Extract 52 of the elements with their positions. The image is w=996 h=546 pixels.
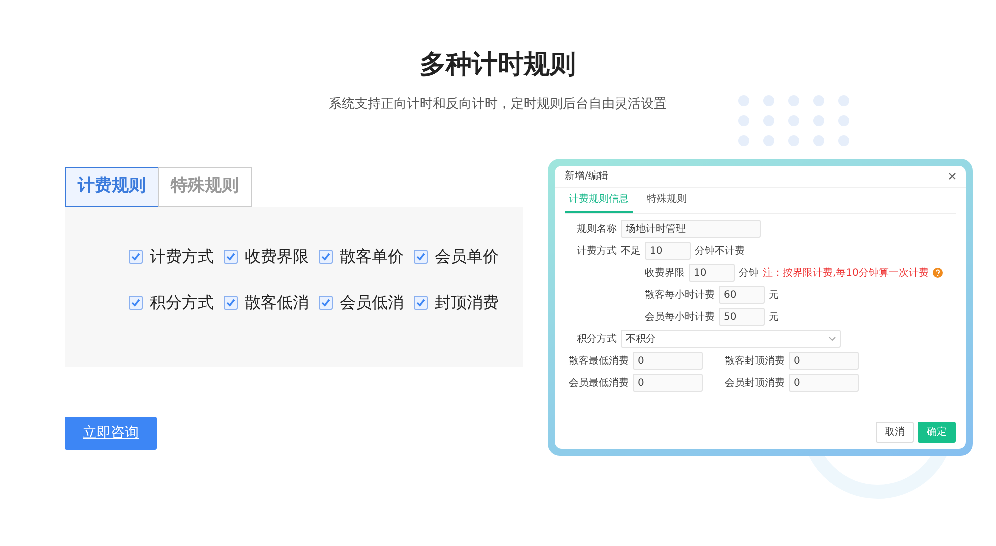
field-label: 规则名称 [576,222,617,237]
checkbox[interactable] [129,250,143,264]
field-label: 积分方式 [576,332,617,347]
input-field[interactable]: 10 [645,242,691,260]
field-label: 会员最低消费 [568,376,629,391]
option-label: 散客低消 [245,292,309,314]
option-label: 散客单价 [340,246,404,268]
caret-icon [829,337,836,342]
checkbox[interactable] [224,250,238,264]
checkbox[interactable] [224,296,238,310]
input-field[interactable]: 10 [689,264,735,282]
select-field[interactable]: 不积分 [621,330,841,348]
option-label: 积分方式 [150,292,214,314]
section-title: 多种计时规则 [420,50,576,82]
checkbox[interactable] [319,250,333,264]
option-label: 计费方式 [150,246,214,268]
input-field[interactable]: 0 [633,352,703,370]
dialog-button[interactable]: 取消 [876,422,914,444]
option-label: 会员低消 [340,292,404,314]
input-field[interactable]: 60 [719,286,765,304]
input-field[interactable]: 0 [633,374,703,392]
checkbox[interactable] [414,250,428,264]
section-subtitle: 系统支持正向计时和反向计时，定时规则后台自由灵活设置 [329,96,667,114]
field-label: 散客最低消费 [568,354,629,369]
option-label: 会员单价 [435,246,499,268]
field-label: 收费界限 [645,266,685,281]
option-label: 封顶消费 [435,292,499,314]
checkbox[interactable] [414,296,428,310]
close-icon[interactable] [949,173,956,180]
unit-text: 分钟不计费 [695,244,745,259]
unit-text: 分钟 [739,266,759,281]
field-label: 散客每小时计费 [645,288,715,303]
rule-tab[interactable]: 计费规则 [65,167,159,207]
input-field[interactable]: 场地计时管理 [621,220,761,238]
field-label: 计费方式 [576,244,617,259]
field-text: 不足 [621,244,641,259]
dialog-title: 新增/编辑 [565,170,608,184]
checkbox[interactable] [319,296,333,310]
dialog-tab[interactable]: 特殊规则 [643,188,691,214]
option-label: 收费界限 [245,246,309,268]
input-field[interactable]: 0 [789,374,859,392]
consult-button[interactable]: 立即咨询 [65,416,157,450]
unit-text: 元 [769,310,779,325]
input-field[interactable]: 0 [789,352,859,370]
field-label: 散客封顶消费 [724,354,785,369]
unit-text: 元 [769,288,779,303]
note-text: 注：按界限计费,每10分钟算一次计费 [763,266,929,281]
field-label: 会员封顶消费 [724,376,785,391]
field-label: 会员每小时计费 [645,310,715,325]
checkbox[interactable] [129,296,143,310]
help-icon[interactable] [932,268,943,278]
input-field[interactable]: 50 [719,308,765,326]
